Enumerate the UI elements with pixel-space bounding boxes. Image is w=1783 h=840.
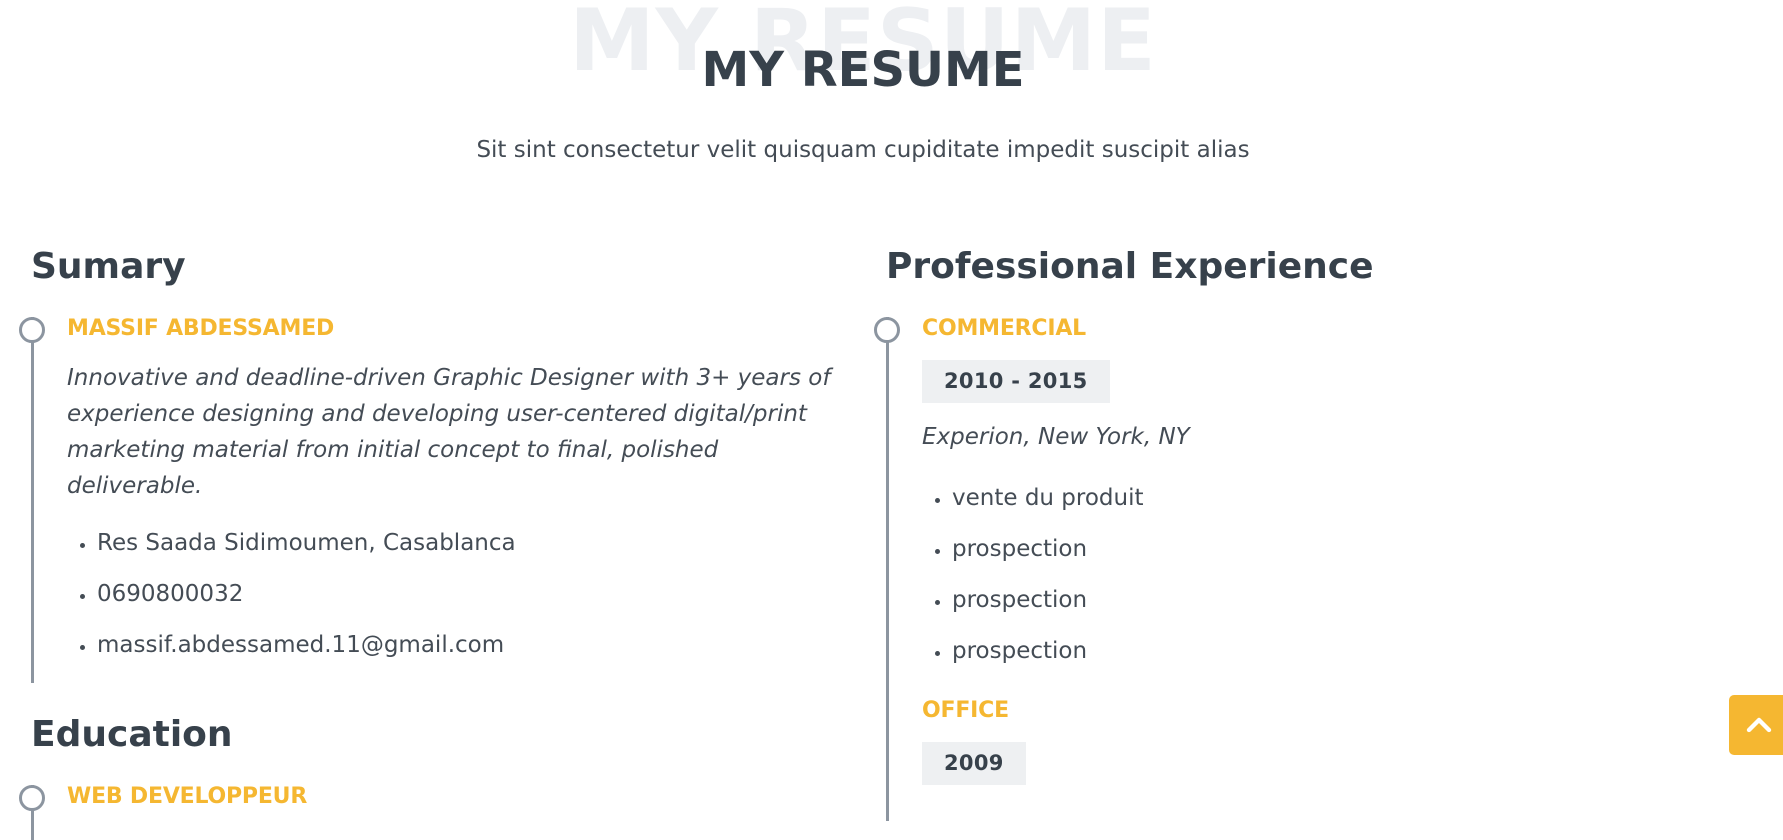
timeline-dot [19,785,45,811]
experience-heading: Professional Experience [886,246,1374,287]
contact-list: Res Saada Sidimoumen, Casablanca 0690800… [67,518,851,671]
education-item: WEB DEVELOPPEUR [19,784,851,840]
page-title: MY RESUME [701,42,1025,98]
contact-address: Res Saada Sidimoumen, Casablanca [97,518,851,569]
timeline-dot [874,317,900,343]
summary-heading: Sumary [31,246,186,287]
contact-phone: 0690800032 [97,569,851,620]
back-to-top-button[interactable] [1729,695,1783,755]
summary-name: MASSIF ABDESSAMED [67,316,335,341]
experience-years: 2010 - 2015 [922,360,1110,403]
experience-task: prospection [952,626,1716,677]
experience-task: prospection [952,524,1716,575]
contact-email: massif.abdessamed.11@gmail.com [97,620,851,671]
experience-item: COMMERCIAL 2010 - 2015 Experion, New Yor… [874,316,1716,821]
experience-title: COMMERCIAL [922,316,1086,341]
summary-description: Innovative and deadline-driven Graphic D… [67,365,831,499]
chevron-up-icon [1746,717,1772,733]
experience-place: Experion, New York, NY [922,424,1190,450]
timeline-dot [19,317,45,343]
left-column: Sumary MASSIF ABDESSAMED Innovative and … [19,245,851,840]
education-heading: Education [31,714,233,755]
experience-years-2: 2009 [922,742,1026,785]
summary-item: MASSIF ABDESSAMED Innovative and deadlin… [19,316,851,683]
experience-task: vente du produit [952,473,1716,524]
experience-task: prospection [952,575,1716,626]
education-title: WEB DEVELOPPEUR [67,784,308,809]
section-title: MY RESUME MY RESUME Sit sint consectetur… [0,0,1726,170]
page-subtitle: Sit sint consectetur velit quisquam cupi… [476,137,1250,163]
experience-title-2: OFFICE [922,698,1009,723]
experience-task-list: vente du produit prospection prospection… [922,473,1716,677]
right-column: Professional Experience COMMERCIAL 2010 … [874,245,1716,821]
